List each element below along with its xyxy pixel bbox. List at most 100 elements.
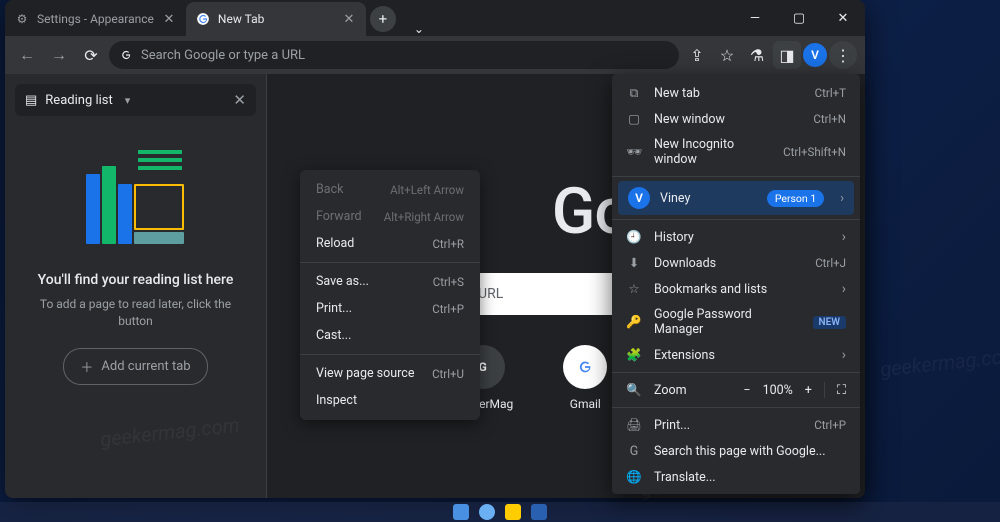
- close-window-button[interactable]: ✕: [821, 0, 865, 36]
- menu-translate[interactable]: 🌐Translate...: [612, 464, 860, 490]
- zoom-value: 100%: [763, 383, 793, 398]
- tab-label: New Tab: [218, 12, 264, 26]
- chrome-main-menu: ⧉New tabCtrl+T ▢New windowCtrl+N 🕶New In…: [612, 74, 860, 494]
- plus-icon: ＋: [80, 357, 93, 376]
- menu-downloads[interactable]: ⬇DownloadsCtrl+J: [612, 250, 860, 276]
- menu-extensions[interactable]: 🧩Extensions: [612, 342, 860, 368]
- start-button[interactable]: [453, 504, 469, 520]
- google-g-icon: [119, 48, 133, 62]
- watermark: geekermag.com: [879, 343, 1000, 381]
- menu-find-edit[interactable]: 🔎Find and edit: [612, 490, 860, 494]
- reading-list-subtext: To add a page to read later, click the b…: [15, 296, 256, 330]
- side-panel-title: Reading list: [45, 93, 112, 108]
- close-icon[interactable]: ✕: [342, 12, 356, 26]
- shortcut-label: Gmail: [570, 397, 601, 411]
- incognito-icon: 🕶: [626, 145, 642, 160]
- profile-badge: Person 1: [767, 190, 824, 207]
- shortcut-gmail[interactable]: Gmail: [563, 345, 607, 411]
- downloads-icon: ⬇: [626, 255, 642, 271]
- shortcut-icon: [563, 345, 607, 389]
- reload-button[interactable]: ⟳: [77, 41, 105, 69]
- address-bar[interactable]: Search Google or type a URL: [109, 41, 679, 69]
- separator: [612, 407, 860, 408]
- toolbar: ← → ⟳ Search Google or type a URL ⇪ ☆ ⚗ …: [5, 36, 865, 74]
- fullscreen-button[interactable]: ⛶: [837, 383, 846, 398]
- ctx-inspect[interactable]: Inspect: [300, 387, 480, 414]
- zoom-in-button[interactable]: +: [805, 383, 812, 398]
- translate-icon: 🌐: [626, 470, 642, 485]
- forward-button[interactable]: →: [45, 41, 73, 69]
- menu-new-window[interactable]: ▢New windowCtrl+N: [612, 106, 860, 132]
- tab-new-tab[interactable]: New Tab ✕: [186, 2, 366, 36]
- side-panel-icon[interactable]: ◨: [773, 41, 801, 69]
- windows-taskbar[interactable]: [0, 502, 1000, 522]
- separator: [612, 219, 860, 220]
- menu-incognito[interactable]: 🕶New Incognito windowCtrl+Shift+N: [612, 132, 860, 172]
- add-current-tab-button[interactable]: ＋ Add current tab: [63, 348, 207, 385]
- menu-profile[interactable]: V Viney Person 1 ›: [618, 181, 854, 215]
- menu-new-tab[interactable]: ⧉New tabCtrl+T: [612, 80, 860, 106]
- chevron-down-icon: ▾: [125, 94, 131, 107]
- context-menu: BackAlt+Left Arrow ForwardAlt+Right Arro…: [300, 170, 480, 420]
- print-icon: 🖨: [626, 418, 642, 433]
- tab-strip: ⚙ Settings - Appearance ✕ New Tab ✕ + ⌄ …: [5, 0, 865, 36]
- google-icon: [196, 12, 210, 26]
- zoom-icon: 🔍: [626, 383, 642, 398]
- separator: [300, 262, 480, 263]
- google-g-icon: G: [626, 444, 642, 459]
- share-icon[interactable]: ⇪: [683, 41, 711, 69]
- reading-list-icon: ▤: [25, 93, 37, 108]
- side-panel: ▤ Reading list ▾ ✕ You'll find your read…: [5, 74, 267, 498]
- menu-print[interactable]: 🖨Print...Ctrl+P: [612, 412, 860, 438]
- ctx-back[interactable]: BackAlt+Left Arrow: [300, 176, 480, 203]
- menu-bookmarks[interactable]: ☆Bookmarks and lists: [612, 276, 860, 302]
- taskbar-item[interactable]: [531, 504, 547, 520]
- bookmark-star-icon[interactable]: ☆: [713, 41, 741, 69]
- ctx-forward[interactable]: ForwardAlt+Right Arrow: [300, 203, 480, 230]
- bookmark-star-icon: ☆: [626, 281, 642, 297]
- ctx-view-source[interactable]: View page sourceCtrl+U: [300, 360, 480, 387]
- menu-zoom: 🔍 Zoom − 100% + ⛶: [612, 377, 860, 403]
- minimize-button[interactable]: ―: [733, 0, 777, 36]
- chrome-menu-button[interactable]: ⋮: [829, 41, 857, 69]
- omnibox-placeholder: Search Google or type a URL: [141, 48, 305, 63]
- ctx-cast[interactable]: Cast...: [300, 322, 480, 349]
- tab-search-button[interactable]: ⌄: [402, 22, 436, 36]
- new-window-icon: ▢: [626, 111, 642, 127]
- reading-list-illustration: [66, 136, 206, 256]
- new-tab-button[interactable]: +: [370, 6, 396, 32]
- profile-avatar[interactable]: V: [803, 43, 827, 67]
- menu-password-manager[interactable]: 🔑Google Password ManagerNEW: [612, 302, 860, 342]
- maximize-button[interactable]: ▢: [777, 0, 821, 36]
- tab-settings[interactable]: ⚙ Settings - Appearance ✕: [5, 2, 186, 36]
- zoom-out-button[interactable]: −: [743, 383, 750, 398]
- ctx-reload[interactable]: ReloadCtrl+R: [300, 230, 480, 257]
- window-controls: ― ▢ ✕: [733, 0, 865, 36]
- key-icon: 🔑: [626, 315, 642, 330]
- button-label: Add current tab: [101, 359, 190, 374]
- close-icon[interactable]: ✕: [233, 91, 246, 109]
- back-button[interactable]: ←: [13, 41, 41, 69]
- labs-icon[interactable]: ⚗: [743, 41, 771, 69]
- separator: [612, 372, 860, 373]
- reading-list-heading: You'll find your reading list here: [15, 272, 256, 288]
- extensions-icon: 🧩: [626, 348, 642, 363]
- ctx-print[interactable]: Print...Ctrl+P: [300, 295, 480, 322]
- ctx-save-as[interactable]: Save as...Ctrl+S: [300, 268, 480, 295]
- new-badge: NEW: [813, 316, 847, 329]
- zoom-label: Zoom: [654, 383, 687, 398]
- profile-name: Viney: [660, 191, 690, 206]
- separator: [612, 176, 860, 177]
- side-panel-selector[interactable]: ▤ Reading list ▾ ✕: [15, 84, 256, 116]
- close-icon[interactable]: ✕: [162, 12, 176, 26]
- separator: [300, 354, 480, 355]
- tab-label: Settings - Appearance: [37, 12, 154, 26]
- new-tab-icon: ⧉: [626, 86, 642, 101]
- taskbar-item[interactable]: [505, 504, 521, 520]
- menu-search-page[interactable]: GSearch this page with Google...: [612, 438, 860, 464]
- gear-icon: ⚙: [15, 12, 29, 26]
- avatar-icon: V: [628, 187, 650, 209]
- history-icon: 🕘: [626, 230, 642, 245]
- menu-history[interactable]: 🕘History: [612, 224, 860, 250]
- taskbar-item[interactable]: [479, 504, 495, 520]
